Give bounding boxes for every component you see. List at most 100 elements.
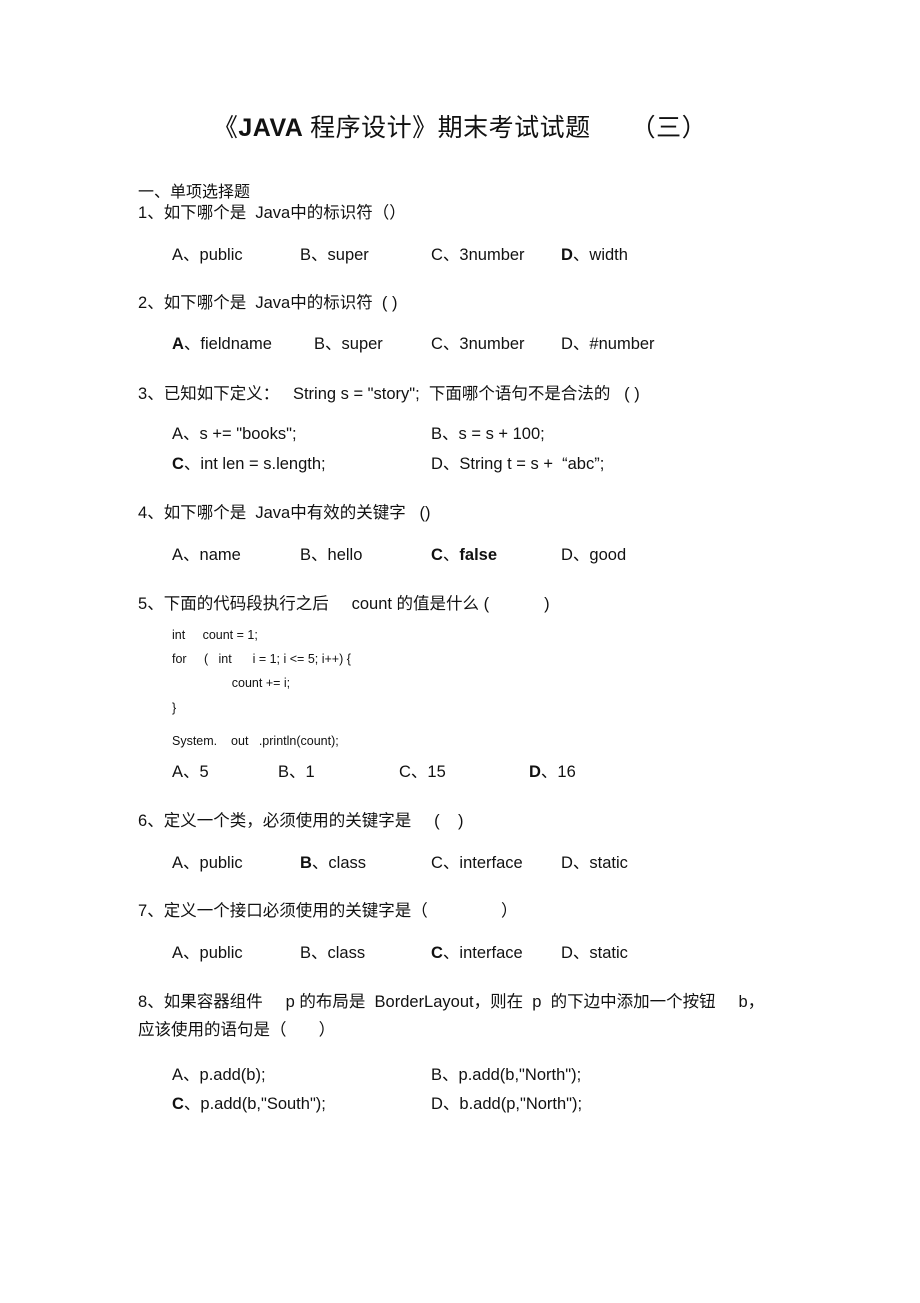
question-text: 如下哪个是 Java中的标识符 ( ): [163, 294, 398, 312]
title-text: 程序设计》期末考试试题: [303, 115, 591, 142]
option-c[interactable]: C、interface: [431, 849, 523, 873]
option-d[interactable]: D、#number: [561, 330, 655, 354]
option-c[interactable]: C、false: [431, 541, 497, 565]
option-d[interactable]: D、String t = s + “abc”;: [431, 450, 604, 474]
option-b[interactable]: B、class: [300, 849, 366, 873]
separator: 、: [183, 1095, 201, 1113]
option-letter: B: [431, 1066, 443, 1084]
question-text: 已知如下定义： String s = "story"; 下面哪个语句不是合法的 …: [163, 385, 640, 403]
question-text: 如下哪个是 Java中有效的关键字 (): [163, 504, 431, 522]
option-text: 15: [427, 763, 446, 781]
option-letter: B: [278, 763, 290, 781]
option-letter: D: [561, 944, 573, 962]
separator: 、: [183, 854, 200, 872]
option-text: static: [589, 944, 628, 962]
question-number: 4: [138, 504, 148, 522]
separator: 、: [147, 203, 164, 222]
option-d[interactable]: D、b.add(p,"North");: [431, 1090, 582, 1114]
separator: 、: [183, 335, 201, 353]
option-text: b.add(p,"North");: [459, 1095, 583, 1113]
option-b[interactable]: B、s = s + 100;: [431, 420, 545, 444]
option-a[interactable]: A、s += "books";: [172, 420, 297, 444]
option-c[interactable]: C、15: [399, 758, 446, 782]
question-text: 定义一个类，必须使用的关键字是 ( ): [163, 812, 464, 830]
title-suffix: （三）: [630, 115, 708, 142]
option-text: 5: [199, 763, 209, 781]
option-a[interactable]: A、p.add(b);: [172, 1061, 266, 1085]
code-line: int count = 1;: [172, 628, 258, 642]
option-b[interactable]: B、1: [278, 758, 315, 782]
option-d[interactable]: D、good: [561, 541, 626, 565]
option-b[interactable]: B、super: [300, 241, 369, 265]
question-text-continued: 应该使用的语句是（ ）: [138, 1021, 336, 1039]
code-line: }: [172, 701, 177, 715]
question-8: 8、如果容器组件 p 的布局是 BorderLayout，则在 p 的下边中添加…: [138, 988, 764, 1012]
option-text: 1: [305, 763, 315, 781]
separator: 、: [147, 992, 164, 1011]
option-b[interactable]: B、hello: [300, 541, 362, 565]
option-text: public: [199, 854, 243, 872]
option-letter: C: [431, 246, 443, 264]
option-d[interactable]: D、static: [561, 939, 628, 963]
option-a[interactable]: A、5: [172, 758, 209, 782]
separator: 、: [410, 763, 428, 781]
option-text: 3number: [459, 335, 525, 353]
option-text: public: [199, 944, 243, 962]
separator: 、: [311, 854, 329, 872]
option-text: super: [341, 335, 383, 353]
option-letter: B: [300, 854, 312, 872]
option-text: #number: [589, 335, 655, 353]
option-letter: C: [172, 455, 184, 473]
option-a[interactable]: A、public: [172, 849, 243, 873]
separator: 、: [311, 246, 328, 264]
option-text: 3number: [459, 246, 525, 264]
question-text: 如下哪个是 Java中的标识符（）: [163, 204, 406, 222]
option-c[interactable]: C、3number: [431, 241, 525, 265]
option-a[interactable]: A、fieldname: [172, 330, 272, 354]
option-d[interactable]: D、width: [561, 241, 628, 265]
option-text: good: [589, 546, 627, 564]
separator: 、: [572, 335, 590, 353]
option-d[interactable]: D、static: [561, 849, 628, 873]
question-5: 5、下面的代码段执行之后 count 的值是什么 ( ): [138, 590, 550, 614]
option-text: fieldname: [200, 335, 272, 353]
question-4: 4、如下哪个是 Java中有效的关键字 (): [138, 499, 430, 523]
title-open-bracket: 《: [212, 115, 239, 142]
option-text: super: [327, 246, 369, 264]
option-a[interactable]: A、public: [172, 241, 243, 265]
option-text: width: [589, 246, 628, 264]
separator: 、: [572, 246, 590, 264]
option-letter: D: [431, 1095, 443, 1113]
option-letter: C: [431, 546, 443, 564]
option-letter: B: [431, 425, 443, 443]
code-line: for ( int i = 1; i <= 5; i++) {: [172, 652, 351, 666]
question-text: 定义一个接口必须使用的关键字是（ ）: [163, 902, 518, 920]
question-2: 2、如下哪个是 Java中的标识符 ( ): [138, 289, 397, 313]
code-line: count += i;: [204, 676, 291, 690]
option-a[interactable]: A、public: [172, 939, 243, 963]
option-letter: A: [172, 1066, 184, 1084]
option-text: name: [199, 546, 241, 564]
option-d[interactable]: D、16: [529, 758, 576, 782]
question-number: 3: [138, 385, 148, 403]
option-b[interactable]: B、super: [314, 330, 383, 354]
option-text: int len = s.length;: [200, 455, 326, 473]
option-c[interactable]: C、3number: [431, 330, 525, 354]
option-b[interactable]: B、p.add(b,"North");: [431, 1061, 581, 1085]
option-a[interactable]: A、name: [172, 541, 241, 565]
option-c[interactable]: C、p.add(b,"South");: [172, 1090, 326, 1114]
option-b[interactable]: B、class: [300, 939, 365, 963]
separator: 、: [147, 811, 164, 830]
option-text: p.add(b,"South");: [200, 1095, 326, 1113]
separator: 、: [442, 1095, 460, 1113]
separator: 、: [572, 854, 590, 872]
option-c[interactable]: C、interface: [431, 939, 523, 963]
option-letter: B: [300, 246, 312, 264]
option-c[interactable]: C、int len = s.length;: [172, 450, 326, 474]
option-letter: D: [561, 335, 573, 353]
option-text: interface: [459, 854, 523, 872]
separator: 、: [147, 293, 164, 312]
question-7: 7、定义一个接口必须使用的关键字是（ ）: [138, 897, 518, 921]
separator: 、: [289, 763, 306, 781]
option-letter: B: [314, 335, 326, 353]
